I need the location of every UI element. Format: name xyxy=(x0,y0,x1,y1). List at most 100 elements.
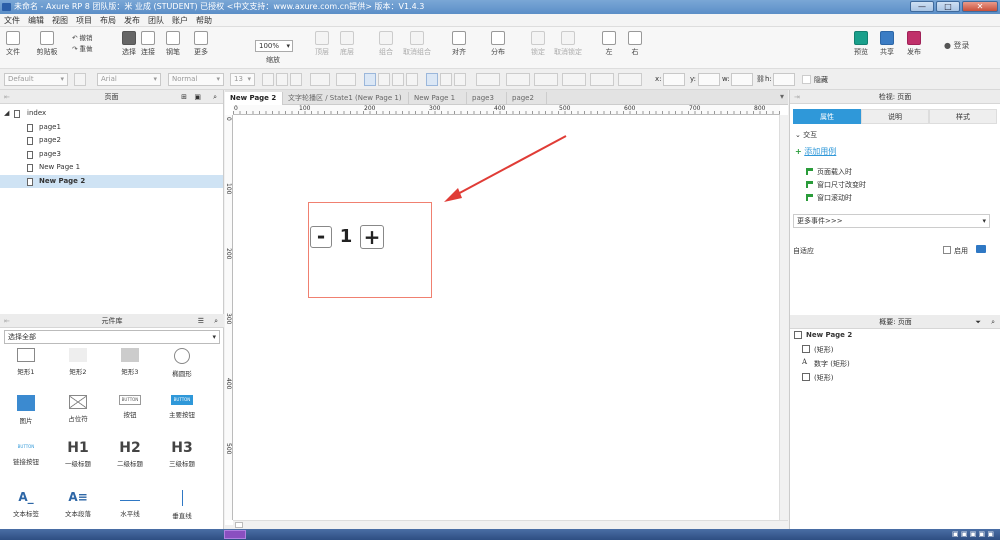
unlock-button[interactable]: 取消锁定 xyxy=(553,31,583,57)
align-left-icon[interactable] xyxy=(364,73,376,86)
increment-button[interactable]: + xyxy=(360,225,384,249)
interactions-section[interactable]: ⌄ 交互 xyxy=(795,130,817,140)
fill-color-icon[interactable] xyxy=(476,73,500,86)
menu-publish[interactable]: 发布 xyxy=(120,14,144,27)
event-window-resize[interactable]: 窗口尺寸改变时 xyxy=(806,180,866,190)
login-button[interactable]: ● 登录 xyxy=(944,40,970,51)
horizontal-scrollbar[interactable] xyxy=(233,520,788,529)
valign-middle-icon[interactable] xyxy=(440,73,452,86)
align-right-icon[interactable] xyxy=(392,73,404,86)
connect-button[interactable]: 连接 xyxy=(139,31,157,57)
add-folder-icon[interactable]: ▣ xyxy=(194,90,201,104)
shadow-icon[interactable] xyxy=(506,73,530,86)
top-layer-button[interactable]: 顶层 xyxy=(314,31,330,57)
x-input[interactable] xyxy=(663,73,685,86)
format-painter-icon[interactable] xyxy=(74,73,86,86)
font-weight-select[interactable]: Normal ▾ xyxy=(168,73,224,86)
zoom-select[interactable]: 100% ▾ xyxy=(255,40,293,52)
tree-item-page3[interactable]: page3 xyxy=(0,148,223,162)
line-width-icon[interactable] xyxy=(562,73,586,86)
tree-item-page2[interactable]: page2 xyxy=(0,134,223,148)
decrement-button[interactable]: - xyxy=(310,226,332,248)
lib-paragraph[interactable]: A≡ 文本段落 xyxy=(53,490,103,518)
lib-rect3[interactable]: 矩形3 xyxy=(105,348,155,376)
search-icon[interactable]: ⌕ xyxy=(991,315,995,329)
align-button[interactable]: 对齐 xyxy=(448,31,470,57)
align-center-icon[interactable] xyxy=(378,73,390,86)
arrow-style-icon[interactable] xyxy=(618,73,642,86)
hidden-checkbox[interactable] xyxy=(802,75,811,84)
valign-bottom-icon[interactable] xyxy=(454,73,466,86)
menu-account[interactable]: 账户 xyxy=(168,14,192,27)
menu-view[interactable]: 视图 xyxy=(48,14,72,27)
tab-carousel[interactable]: 文字轮播区 / State1 (New Page 1) xyxy=(283,92,409,105)
collapse-icon[interactable]: ⇤ xyxy=(4,90,10,104)
tab-menu-icon[interactable]: ▾ xyxy=(780,92,784,101)
valign-top-icon[interactable] xyxy=(426,73,438,86)
menu-edit[interactable]: 编辑 xyxy=(24,14,48,27)
share-button[interactable]: 共享 xyxy=(877,31,897,57)
ungroup-button[interactable]: 取消组合 xyxy=(402,31,432,57)
pen-button[interactable]: 钢笔 xyxy=(164,31,182,57)
underline-icon[interactable] xyxy=(290,73,302,86)
close-button[interactable]: ✕ xyxy=(962,1,998,12)
search-icon[interactable]: ⌕ xyxy=(213,90,217,104)
collapse-icon[interactable]: ⇥ xyxy=(794,90,800,104)
y-input[interactable] xyxy=(698,73,720,86)
outline-item-rect[interactable]: (矩形) xyxy=(800,345,833,355)
left-button[interactable]: 左 xyxy=(600,31,618,57)
lib-rect1[interactable]: 矩形1 xyxy=(1,348,51,376)
tab-new-page-1[interactable]: New Page 1 xyxy=(409,92,467,105)
collapse-icon[interactable]: ⇤ xyxy=(4,314,10,328)
event-page-load[interactable]: 页面载入时 xyxy=(806,167,852,177)
line-color-icon[interactable] xyxy=(534,73,558,86)
preview-button[interactable]: 预览 xyxy=(852,31,870,57)
library-select[interactable]: 选择全部 ▾ xyxy=(4,330,220,344)
tab-style[interactable]: 样式 xyxy=(929,109,997,124)
scroll-thumb[interactable] xyxy=(235,522,243,528)
add-page-icon[interactable]: ⊞ xyxy=(181,90,187,104)
text-color-icon[interactable] xyxy=(310,73,330,86)
menu-file[interactable]: 文件 xyxy=(0,14,24,27)
tree-root[interactable]: ◢ index xyxy=(0,107,223,121)
w-input[interactable] xyxy=(731,73,753,86)
tab-notes[interactable]: 说明 xyxy=(861,109,929,124)
menu-icon[interactable]: ☰ xyxy=(198,314,204,328)
font-select[interactable]: Arial ▾ xyxy=(97,73,161,86)
tab-new-page-2[interactable]: New Page 2 × xyxy=(225,92,283,115)
menu-team[interactable]: 团队 xyxy=(144,14,168,27)
maximize-button[interactable]: □ xyxy=(936,1,960,12)
more-events-select[interactable]: 更多事件>>> ▾ xyxy=(793,214,990,228)
justify-icon[interactable] xyxy=(406,73,418,86)
style-select[interactable]: Default ▾ xyxy=(4,73,68,86)
lib-h3[interactable]: H3 三级标题 xyxy=(157,441,207,468)
lock-button[interactable]: 锁定 xyxy=(529,31,547,57)
menu-project[interactable]: 项目 xyxy=(72,14,96,27)
distribute-button[interactable]: 分布 xyxy=(487,31,509,57)
tab-page3[interactable]: page3 xyxy=(467,92,507,105)
outline-item-number[interactable]: A 数字 (矩形) xyxy=(800,358,850,369)
right-button[interactable]: 右 xyxy=(626,31,644,57)
bold-icon[interactable] xyxy=(262,73,274,86)
stepper-widget-selection[interactable] xyxy=(308,202,432,298)
bullet-icon[interactable] xyxy=(336,73,356,86)
line-style-icon[interactable] xyxy=(590,73,614,86)
publish-button[interactable]: 发布 xyxy=(903,31,925,57)
lib-button[interactable]: BUTTON 按钮 xyxy=(105,395,155,419)
italic-icon[interactable] xyxy=(276,73,288,86)
bottom-layer-button[interactable]: 底层 xyxy=(339,31,355,57)
lib-h1[interactable]: H1 一级标题 xyxy=(53,441,103,468)
tree-item-new-page-2[interactable]: New Page 2 xyxy=(0,174,223,188)
outline-page[interactable]: New Page 2 xyxy=(792,331,852,339)
lock-ratio-icon[interactable]: ⛓ xyxy=(756,75,765,83)
vertical-scrollbar[interactable] xyxy=(779,115,788,520)
event-window-scroll[interactable]: 窗口滚动时 xyxy=(806,193,852,203)
search-icon[interactable]: ⌕ xyxy=(214,314,218,328)
tree-item-new-page-1[interactable]: New Page 1 xyxy=(0,161,223,175)
taskbar-axure-icon[interactable] xyxy=(224,530,246,539)
lib-link-button[interactable]: BUTTON 链接按钮 xyxy=(1,442,51,466)
lib-image[interactable]: 图片 xyxy=(1,395,51,425)
group-button[interactable]: 组合 xyxy=(378,31,394,57)
enable-checkbox[interactable] xyxy=(943,246,951,254)
filter-icon[interactable]: ⏷ xyxy=(975,315,981,329)
